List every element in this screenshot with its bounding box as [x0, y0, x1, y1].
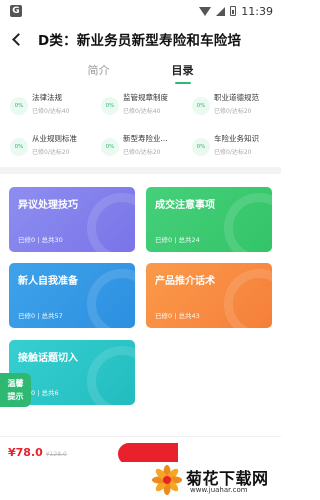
page-header: D类：新业务员新型寿险和车险培	[0, 24, 281, 54]
topic-item[interactable]: 0% 法律法规 已修0/达标40	[4, 92, 95, 122]
course-title: 异议处理技巧	[18, 200, 78, 211]
course-card[interactable]: 成交注意事项 已修0 | 总共24	[146, 187, 272, 252]
reminder-button[interactable]: 温馨 提示	[0, 373, 31, 407]
wifi-icon	[199, 6, 212, 16]
topic-item[interactable]: 0% 监管规章制度 已修0/达标40	[95, 92, 186, 122]
topic-name: 监管规章制度	[123, 93, 168, 102]
section-divider	[0, 167, 281, 174]
tab-intro[interactable]: 简介	[84, 58, 114, 82]
original-price: ¥128.0	[45, 451, 67, 458]
card-decoration	[224, 269, 272, 328]
topic-progress: 已修0/达标20	[214, 108, 252, 115]
course-meta: 已修0 | 总共57	[18, 312, 63, 320]
watermark-url: www.juahar.com	[190, 486, 248, 494]
flower-logo-icon	[152, 465, 182, 495]
card-decoration	[87, 346, 135, 405]
course-meta: 已修0 | 总共30	[18, 236, 63, 244]
tab-bar: 简介 目录	[0, 58, 281, 84]
topic-name: 从业规则标准	[32, 134, 77, 143]
course-title: 新人自我准备	[18, 276, 78, 287]
topic-item[interactable]: 0% 从业规则标准 已修0/达标20	[4, 133, 95, 163]
signal-icon	[216, 6, 226, 16]
course-title: 产品推介话术	[155, 276, 215, 287]
progress-ring: 0%	[101, 138, 119, 156]
progress-ring: 0%	[10, 97, 28, 115]
notification-icon: G	[10, 5, 22, 17]
course-title: 接触话题切入	[18, 353, 78, 364]
status-time: 11:39	[241, 4, 273, 18]
progress-ring: 0%	[192, 138, 210, 156]
progress-ring: 0%	[10, 138, 28, 156]
progress-ring: 0%	[101, 97, 119, 115]
course-card[interactable]: 异议处理技巧 已修0 | 总共30	[9, 187, 135, 252]
current-price: ¥78.0	[8, 446, 43, 459]
topic-progress: 已修0/达标20	[123, 149, 161, 156]
progress-ring: 0%	[192, 97, 210, 115]
card-decoration	[224, 193, 272, 252]
topic-progress: 已修0/达标40	[123, 108, 161, 115]
course-meta: 已修0 | 总共24	[155, 236, 200, 244]
price-group: ¥78.0 ¥128.0	[8, 446, 67, 459]
status-bar: G 11:39	[0, 0, 281, 22]
topic-name: 新型寿险业...	[123, 134, 168, 143]
topic-name: 职业道德规范	[214, 93, 259, 102]
watermark: 菊花下载网 www.juahar.com	[0, 462, 281, 500]
topic-progress: 已修0/达标20	[214, 149, 252, 156]
status-icons: 11:39	[199, 5, 273, 18]
topic-name: 车险业务知识	[214, 134, 259, 143]
tab-catalog[interactable]: 目录	[168, 58, 198, 84]
card-decoration	[87, 269, 135, 328]
reminder-label-line2: 提示	[7, 392, 24, 401]
topic-item[interactable]: 0% 职业道德规范 已修0/达标20	[186, 92, 277, 122]
chevron-left-icon	[11, 32, 25, 46]
course-card[interactable]: 新人自我准备 已修0 | 总共57	[9, 263, 135, 328]
topic-item[interactable]: 0% 新型寿险业... 已修0/达标20	[95, 133, 186, 163]
course-title: 成交注意事项	[155, 200, 215, 211]
battery-icon	[230, 6, 237, 16]
topic-item[interactable]: 0% 车险业务知识 已修0/达标20	[186, 133, 277, 163]
topic-progress: 已修0/达标20	[32, 149, 70, 156]
topic-progress: 已修0/达标40	[32, 108, 70, 115]
topic-grid: 0% 法律法规 已修0/达标40 0% 监管规章制度 已修0/达标40 0% 职…	[4, 92, 277, 163]
reminder-label-line1: 温馨	[7, 379, 24, 388]
course-card[interactable]: 产品推介话术 已修0 | 总共43	[146, 263, 272, 328]
page-title: D类：新业务员新型寿险和车险培	[38, 33, 242, 49]
topic-name: 法律法规	[32, 93, 62, 102]
back-button[interactable]	[0, 24, 32, 54]
card-decoration	[87, 193, 135, 252]
course-meta: 已修0 | 总共43	[155, 312, 200, 320]
